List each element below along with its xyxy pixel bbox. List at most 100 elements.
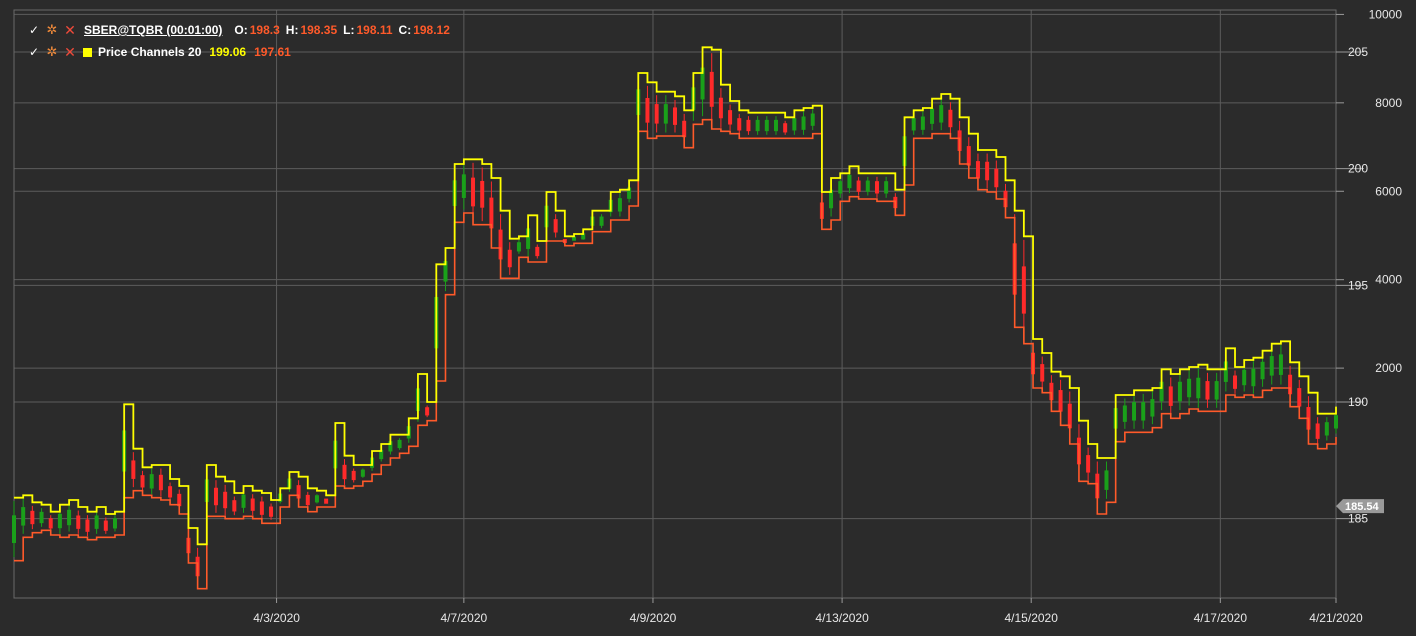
candle-body	[149, 474, 154, 489]
candle-body	[874, 181, 879, 194]
date-tick-label: 4/3/2020	[253, 611, 300, 625]
candle-body	[1315, 423, 1320, 439]
candle-body	[507, 249, 512, 268]
candle-body	[884, 181, 889, 194]
candle-body	[673, 107, 677, 125]
candle-body	[1278, 354, 1283, 375]
candle-body	[213, 487, 218, 506]
indicator-lower-value: 197.61	[254, 45, 291, 59]
gear-icon[interactable]: ✲	[44, 22, 60, 38]
price-chart: 2000 4000 6000 8000 10000 185 190 195 200 205 185.…	[12, 7, 1403, 625]
candle-body	[1122, 405, 1127, 422]
candle-body	[67, 509, 72, 526]
candle-body	[755, 119, 760, 132]
candle-body	[764, 119, 769, 132]
right-axis: 2000 4000 6000 8000 10000 185 190 195 200 205	[1336, 7, 1403, 526]
candle-body	[232, 500, 237, 512]
candle-body	[103, 520, 108, 531]
open-label: O:	[234, 23, 248, 37]
candle-body	[1040, 364, 1045, 382]
date-tick-label: 4/13/2020	[815, 611, 869, 625]
candle-body	[1086, 455, 1091, 473]
candle-body	[360, 469, 365, 477]
candle-body	[930, 108, 935, 124]
candle-body	[489, 197, 494, 229]
volume-tick-label: 10000	[1369, 7, 1403, 21]
candle-body	[663, 104, 668, 124]
date-tick-label: 4/17/2020	[1194, 611, 1248, 625]
low-value: 198.11	[356, 23, 393, 37]
candle-body	[131, 460, 136, 479]
candle-body	[966, 146, 971, 166]
close-icon[interactable]: ✕	[62, 22, 78, 39]
price-tick-label: 195	[1348, 278, 1368, 292]
price-tick-label: 185	[1348, 512, 1368, 526]
open-value: 198.3	[249, 23, 280, 37]
candle-body	[599, 216, 604, 226]
candle-body	[838, 181, 843, 194]
candle-body	[30, 510, 35, 525]
date-tick-label: 4/15/2020	[1005, 611, 1059, 625]
close-icon[interactable]: ✕	[62, 44, 78, 61]
price-tick-label: 190	[1348, 395, 1368, 409]
candle-body	[737, 118, 742, 131]
candle-body	[1196, 377, 1201, 399]
candle-body	[1168, 386, 1173, 406]
price-tick-label: 205	[1348, 45, 1368, 59]
candle-body	[718, 97, 723, 119]
candle-body	[21, 507, 26, 526]
candle-body	[1132, 402, 1137, 421]
price-tick-label: 200	[1348, 162, 1368, 176]
candle-body	[94, 515, 99, 529]
candle-body	[324, 498, 329, 504]
candle-body	[85, 519, 90, 532]
check-icon[interactable]: ✓	[26, 23, 42, 37]
close-value: 198.12	[413, 23, 450, 37]
candle-body	[1334, 415, 1338, 429]
close-label: C:	[398, 23, 412, 37]
plot-frame	[13, 9, 1337, 599]
last-price-label: 185.54	[1345, 501, 1380, 513]
indicator-upper-value: 199.06	[209, 45, 247, 59]
candle-body	[856, 180, 861, 192]
candles	[12, 50, 1338, 586]
candle-body	[682, 120, 687, 138]
instrument-symbol[interactable]: SBER@TQBR (00:01:00)	[84, 23, 222, 37]
candle-body	[480, 180, 485, 208]
candle-body	[709, 71, 714, 107]
instrument-legend: ✓ ✲ ✕ SBER@TQBR (00:01:00) O: 198.3 H: 1…	[26, 21, 450, 39]
candle-body	[168, 486, 173, 498]
grid-lines	[14, 10, 1337, 598]
date-tick-label: 4/7/2020	[440, 611, 487, 625]
chart-panel: 2000 4000 6000 8000 10000 185 190 195 200 205 185.…	[0, 0, 1416, 636]
candle-body	[351, 470, 356, 481]
candle-body	[728, 110, 733, 125]
candle-body	[1260, 361, 1265, 380]
candle-body	[471, 177, 476, 207]
candle-body	[158, 474, 163, 491]
candle-body	[1021, 266, 1026, 314]
indicator-name: Price Channels 20	[98, 45, 202, 59]
gear-icon[interactable]: ✲	[44, 44, 60, 60]
candle-body	[801, 116, 806, 130]
volume-tick-label: 8000	[1375, 96, 1402, 110]
indicator-legend: ✓ ✲ ✕ Price Channels 20 199.06 197.61	[26, 43, 291, 61]
candle-body	[241, 494, 246, 508]
low-label: L:	[343, 23, 355, 37]
high-label: H:	[285, 23, 299, 37]
volume-tick-label: 2000	[1375, 361, 1402, 375]
candle-body	[314, 495, 319, 503]
candle-body	[985, 161, 990, 181]
check-icon[interactable]: ✓	[26, 45, 42, 59]
candle-body	[810, 113, 815, 126]
candle-body	[425, 407, 430, 416]
candle-body	[76, 515, 81, 529]
candle-body	[112, 518, 117, 529]
candle-body	[1104, 470, 1109, 490]
candle-body	[975, 161, 980, 179]
candle-body	[12, 515, 16, 544]
candle-body	[1187, 378, 1192, 398]
candle-body	[865, 180, 870, 192]
date-tick-label: 4/9/2020	[630, 611, 677, 625]
candle-body	[617, 198, 622, 212]
